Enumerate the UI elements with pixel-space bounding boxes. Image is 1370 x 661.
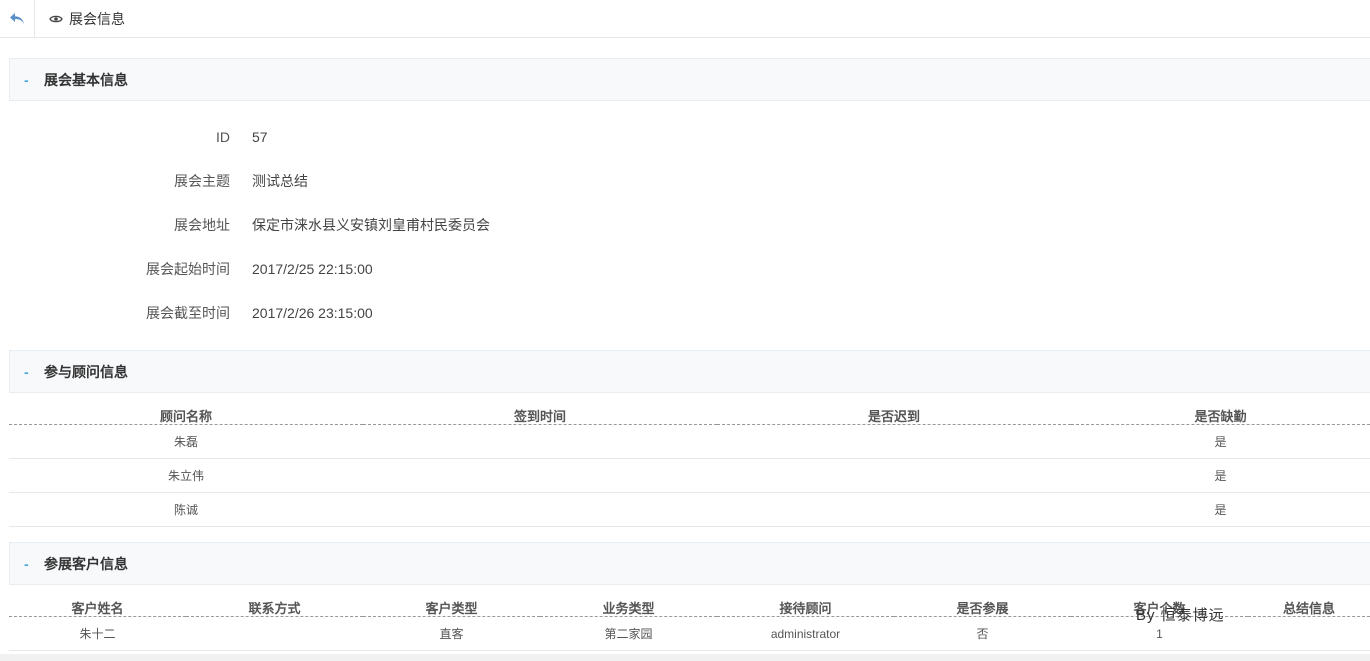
table-cell: 是	[1071, 425, 1370, 459]
tab-label: 展会信息	[69, 9, 125, 29]
field-label: ID	[0, 129, 230, 145]
table-cell: 陈诚	[9, 493, 363, 527]
table-cell: 是	[1071, 493, 1370, 527]
column-header[interactable]: 客户类型	[363, 600, 540, 617]
field-value: 2017/2/26 23:15:00	[252, 305, 373, 321]
section-customers-title: 参展客户信息	[44, 554, 128, 574]
table-cell: 第二家园	[540, 617, 717, 651]
field-end-time: 展会截至时间 2017/2/26 23:15:00	[0, 303, 373, 323]
eye-icon	[49, 14, 63, 24]
table-cell: 是	[1071, 459, 1370, 493]
collapse-toggle[interactable]: -	[24, 72, 42, 88]
field-address: 展会地址 保定市涞水县义安镇刘皇甫村民委员会	[0, 215, 490, 235]
field-value: 57	[252, 129, 268, 145]
table-cell	[363, 493, 717, 527]
column-header[interactable]: 联系方式	[186, 600, 363, 617]
back-button[interactable]	[0, 0, 35, 37]
field-id: ID 57	[0, 127, 268, 147]
field-value: 测试总结	[252, 171, 308, 191]
field-theme: 展会主题 测试总结	[0, 171, 308, 191]
table-row[interactable]: 陈诚 是	[9, 493, 1370, 527]
back-arrow-icon	[9, 12, 25, 26]
table-cell	[717, 459, 1071, 493]
table-cell	[1248, 617, 1370, 651]
top-bar: 展会信息	[0, 0, 1370, 38]
collapse-toggle[interactable]: -	[24, 556, 42, 572]
table-row[interactable]: 朱磊 是	[9, 425, 1370, 459]
table-cell: 朱立伟	[9, 459, 363, 493]
table-row[interactable]: 朱立伟 是	[9, 459, 1370, 493]
table-cell	[717, 425, 1071, 459]
column-header[interactable]: 是否缺勤	[1071, 408, 1370, 425]
column-header[interactable]: 接待顾问	[717, 600, 894, 617]
watermark: By 恒泰博远	[1136, 604, 1225, 625]
table-cell: 直客	[363, 617, 540, 651]
table-cell	[363, 459, 717, 493]
section-basic-title: 展会基本信息	[44, 70, 128, 90]
table-cell	[186, 617, 363, 651]
field-value: 2017/2/25 22:15:00	[252, 261, 373, 277]
section-basic-header: - 展会基本信息	[9, 58, 1370, 101]
field-label: 展会地址	[0, 215, 230, 235]
table-cell: 朱十二	[9, 617, 186, 651]
column-header[interactable]: 是否迟到	[717, 408, 1071, 425]
field-start-time: 展会起始时间 2017/2/25 22:15:00	[0, 259, 373, 279]
column-header[interactable]: 业务类型	[540, 600, 717, 617]
table-cell	[717, 493, 1071, 527]
horizontal-scrollbar[interactable]	[0, 654, 1370, 661]
tab-exhibition-info[interactable]: 展会信息	[35, 9, 125, 29]
column-header[interactable]: 顾问名称	[9, 408, 363, 425]
collapse-toggle[interactable]: -	[24, 364, 42, 380]
table-cell: administrator	[717, 617, 894, 651]
column-header[interactable]: 总结信息	[1248, 600, 1370, 617]
field-label: 展会起始时间	[0, 259, 230, 279]
column-header[interactable]: 客户姓名	[9, 600, 186, 617]
section-customers-header: - 参展客户信息	[9, 542, 1370, 585]
field-value: 保定市涞水县义安镇刘皇甫村民委员会	[252, 215, 490, 235]
section-consultants-title: 参与顾问信息	[44, 362, 128, 382]
section-consultants-header: - 参与顾问信息	[9, 350, 1370, 393]
table-cell	[363, 425, 717, 459]
column-header[interactable]: 是否参展	[894, 600, 1071, 617]
column-header[interactable]: 签到时间	[363, 408, 717, 425]
table-cell: 朱磊	[9, 425, 363, 459]
table-header-row: 顾问名称 签到时间 是否迟到 是否缺勤	[9, 408, 1370, 425]
consultants-table: 顾问名称 签到时间 是否迟到 是否缺勤 朱磊 是 朱立伟 是 陈诚 是	[9, 408, 1370, 527]
table-cell: 否	[894, 617, 1071, 651]
field-label: 展会截至时间	[0, 303, 230, 323]
field-label: 展会主题	[0, 171, 230, 191]
